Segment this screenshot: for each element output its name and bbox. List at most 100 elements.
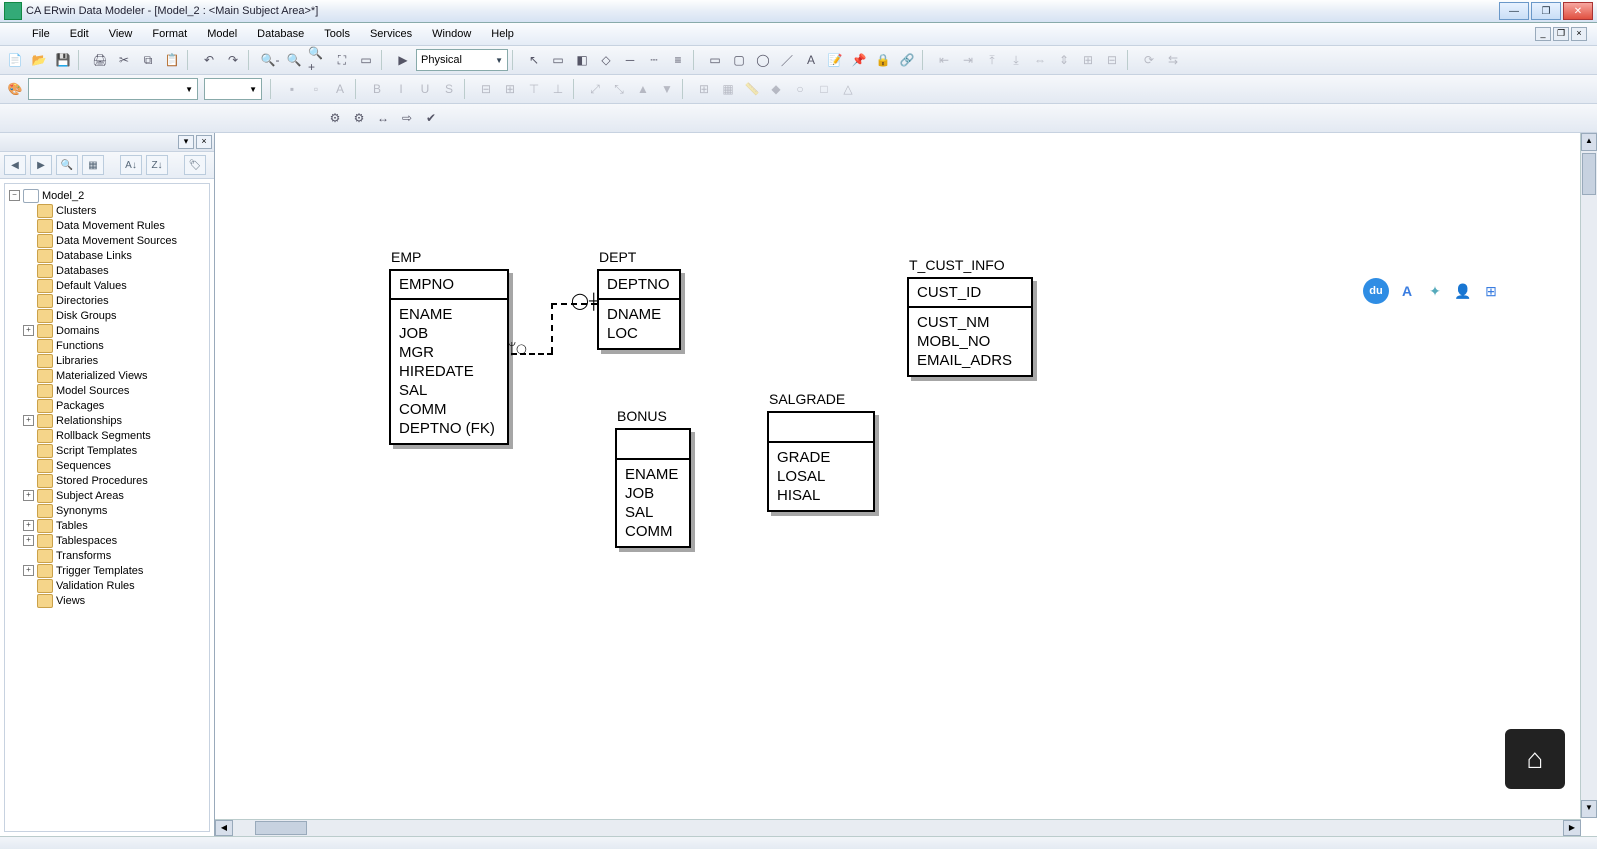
new-icon[interactable]: 📄 xyxy=(4,49,26,71)
minimize-button[interactable]: — xyxy=(1499,2,1529,20)
ellipse-shape-icon[interactable]: ◯ xyxy=(752,49,774,71)
menu-window[interactable]: Window xyxy=(424,26,479,42)
nav-back-icon[interactable]: ◀ xyxy=(4,155,26,175)
tree-item[interactable]: Stored Procedures xyxy=(21,473,207,488)
redo-icon[interactable]: ↷ xyxy=(222,49,244,71)
tree-item[interactable]: Data Movement Rules xyxy=(21,218,207,233)
display-level-combo[interactable]: Physical ▼ xyxy=(416,49,508,71)
grid-icon[interactable]: ⊞ xyxy=(1481,281,1501,301)
tree-item[interactable]: +Tables xyxy=(21,518,207,533)
tree-item[interactable]: Database Links xyxy=(21,248,207,263)
transform-gear1-icon[interactable]: ⚙ xyxy=(324,107,346,129)
tree-item[interactable]: Libraries xyxy=(21,353,207,368)
tree-root[interactable]: − Model_2 xyxy=(7,188,207,203)
nav-filter-icon[interactable]: ▦ xyxy=(82,155,104,175)
nav-sort-icon[interactable]: A↓ xyxy=(120,155,142,175)
tree-item[interactable]: Disk Groups xyxy=(21,308,207,323)
expand-icon[interactable]: + xyxy=(23,325,34,336)
expand-icon[interactable]: + xyxy=(23,520,34,531)
expand-icon[interactable]: + xyxy=(23,490,34,501)
scroll-up-icon[interactable]: ▲ xyxy=(1581,133,1597,151)
zoom-fit-icon[interactable]: ⛶ xyxy=(331,49,353,71)
nav-find-icon[interactable]: 🔍 xyxy=(56,155,78,175)
tree-item[interactable]: +Trigger Templates xyxy=(21,563,207,578)
tree-item[interactable]: Packages xyxy=(21,398,207,413)
menu-format[interactable]: Format xyxy=(144,26,195,42)
theme-icon[interactable]: 🎨 xyxy=(4,78,26,100)
note-icon[interactable]: 📝 xyxy=(824,49,846,71)
menu-edit[interactable]: Edit xyxy=(62,26,97,42)
tree-item[interactable]: Default Values xyxy=(21,278,207,293)
subtype-icon[interactable]: ◇ xyxy=(595,49,617,71)
undo-icon[interactable]: ↶ xyxy=(198,49,220,71)
close-button[interactable]: ✕ xyxy=(1563,2,1593,20)
manymany-rel-icon[interactable]: ≡ xyxy=(667,49,689,71)
nav-tag-icon[interactable]: 🏷 xyxy=(184,155,206,175)
go-icon[interactable]: ▶ xyxy=(392,49,414,71)
tree-item[interactable]: Databases xyxy=(21,263,207,278)
menu-tools[interactable]: Tools xyxy=(316,26,358,42)
link-icon[interactable]: 🔗 xyxy=(896,49,918,71)
tree-item[interactable]: +Tablespaces xyxy=(21,533,207,548)
sparkle-icon[interactable]: ✦ xyxy=(1425,281,1445,301)
cut-icon[interactable]: ✂ xyxy=(113,49,135,71)
transform-check-icon[interactable]: ✔ xyxy=(420,107,442,129)
zoom-normal-icon[interactable]: 🔍 xyxy=(283,49,305,71)
roundrect-shape-icon[interactable]: ▢ xyxy=(728,49,750,71)
tree-item[interactable]: +Relationships xyxy=(21,413,207,428)
entity-tcustinfo[interactable]: T_CUST_INFO CUST_ID CUST_NM MOBL_NO EMAI… xyxy=(907,257,1033,377)
menu-file[interactable]: File xyxy=(24,26,58,42)
tree-item[interactable]: Functions xyxy=(21,338,207,353)
user-icon[interactable]: 👤 xyxy=(1453,281,1473,301)
tree-item[interactable]: +Domains xyxy=(21,323,207,338)
identifying-rel-icon[interactable]: ─ xyxy=(619,49,641,71)
tree-item[interactable]: +Subject Areas xyxy=(21,488,207,503)
tree-item[interactable]: Model Sources xyxy=(21,383,207,398)
line-shape-icon[interactable]: ／ xyxy=(776,49,798,71)
lock-icon[interactable]: 🔒 xyxy=(872,49,894,71)
pin-icon[interactable]: 📌 xyxy=(848,49,870,71)
tree-item[interactable]: Materialized Views xyxy=(21,368,207,383)
mdi-restore-button[interactable]: ❐ xyxy=(1553,27,1569,41)
scroll-thumb[interactable] xyxy=(1582,153,1596,195)
entity-icon[interactable]: ▭ xyxy=(547,49,569,71)
tree-item[interactable]: Rollback Segments xyxy=(21,428,207,443)
nonidentifying-rel-icon[interactable]: ┄ xyxy=(643,49,665,71)
nav-sort2-icon[interactable]: Z↓ xyxy=(146,155,168,175)
font-combo[interactable]: ▼ xyxy=(28,78,198,100)
paste-icon[interactable]: 📋 xyxy=(161,49,183,71)
entity-dept[interactable]: DEPT DEPTNO DNAME LOC xyxy=(597,249,681,350)
entity-bonus[interactable]: BONUS ENAME JOB SAL COMM xyxy=(615,408,691,548)
menu-database[interactable]: Database xyxy=(249,26,312,42)
zoom-rect-icon[interactable]: ▭ xyxy=(355,49,377,71)
panel-dropdown-icon[interactable]: ▾ xyxy=(178,135,194,149)
maximize-button[interactable]: ❐ xyxy=(1531,2,1561,20)
menu-help[interactable]: Help xyxy=(483,26,522,42)
view-icon[interactable]: ◧ xyxy=(571,49,593,71)
panel-close-icon[interactable]: × xyxy=(196,135,212,149)
scroll-down-icon[interactable]: ▼ xyxy=(1581,800,1597,818)
expand-icon[interactable]: + xyxy=(23,565,34,576)
save-icon[interactable]: 💾 xyxy=(52,49,74,71)
scroll-thumb[interactable] xyxy=(255,821,307,835)
diagram-canvas[interactable]: EMP EMPNO ENAME JOB MGR HIREDATE SAL COM… xyxy=(215,133,1597,836)
expand-icon[interactable]: + xyxy=(23,535,34,546)
tree-item[interactable]: Data Movement Sources xyxy=(21,233,207,248)
zoom-in-icon[interactable]: 🔍+ xyxy=(307,49,329,71)
rectangle-shape-icon[interactable]: ▭ xyxy=(704,49,726,71)
pointer-icon[interactable]: ↖ xyxy=(523,49,545,71)
zoom-out-icon[interactable]: 🔍- xyxy=(259,49,281,71)
transform-link-icon[interactable]: ↔ xyxy=(372,107,394,129)
expand-icon[interactable]: + xyxy=(23,415,34,426)
copy-icon[interactable]: ⧉ xyxy=(137,49,159,71)
transform-gen-icon[interactable]: ⇨ xyxy=(396,107,418,129)
menu-services[interactable]: Services xyxy=(362,26,420,42)
entity-salgrade[interactable]: SALGRADE GRADE LOSAL HISAL xyxy=(767,391,875,512)
tree-item[interactable]: Validation Rules xyxy=(21,578,207,593)
text-a-icon[interactable]: A xyxy=(1397,281,1417,301)
menu-view[interactable]: View xyxy=(101,26,141,42)
scroll-right-icon[interactable]: ▶ xyxy=(1563,820,1581,836)
canvas-vscrollbar[interactable]: ▲ ▼ xyxy=(1580,133,1597,818)
baidu-icon[interactable]: du xyxy=(1363,278,1389,304)
tree-item[interactable]: Synonyms xyxy=(21,503,207,518)
